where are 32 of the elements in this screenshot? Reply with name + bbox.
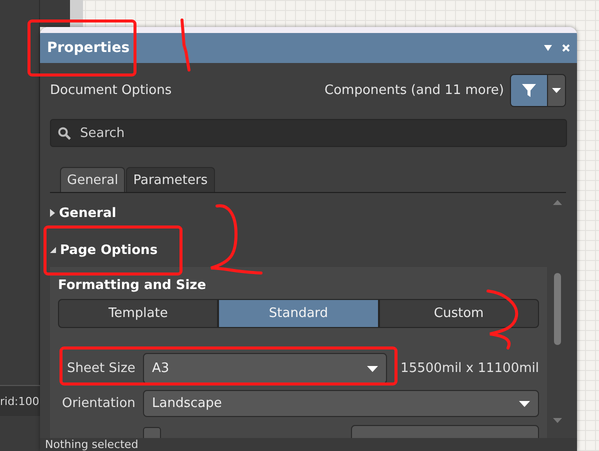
handwritten-two-drawing [210, 204, 262, 274]
filter-button[interactable] [510, 74, 566, 107]
scrollbar-thumb[interactable] [554, 273, 561, 345]
status-text: Nothing selected [40, 438, 577, 451]
sheet-dimensions: 15500mil x 11100mil [400, 361, 539, 376]
filter-summary: Components (and 11 more) [324, 83, 504, 98]
close-icon[interactable] [562, 44, 570, 52]
size-mode-button[interactable]: Standard [218, 299, 379, 328]
handwritten-three-drawing [486, 290, 518, 350]
field-label: Orientation [61, 396, 136, 411]
dropdown[interactable]: A3 [143, 353, 387, 384]
dropdown[interactable]: Landscape [143, 390, 539, 417]
size-mode-button[interactable]: Custom [378, 299, 539, 328]
tab[interactable]: Parameters [126, 167, 215, 192]
size-mode-button[interactable]: Template [58, 299, 218, 328]
scroll-up-icon[interactable] [553, 200, 562, 205]
document-options-label: Document Options [50, 83, 173, 98]
funnel-icon [522, 84, 536, 98]
search-field[interactable]: Search [50, 119, 567, 147]
section-header[interactable]: General [50, 200, 567, 226]
scroll-down-icon[interactable] [553, 418, 562, 423]
panel-title: Properties [47, 40, 131, 56]
caret-icon [552, 88, 561, 93]
group-title: Formatting and Size [58, 276, 208, 294]
panel-menu-icon[interactable] [544, 45, 552, 51]
grid-size-label: rid:100 [0, 394, 40, 408]
caret-icon [367, 366, 378, 372]
handwritten-one-drawing [180, 18, 190, 72]
section-header[interactable]: Page Options [50, 237, 567, 263]
field-label: Sheet Size [66, 361, 136, 376]
tab[interactable]: General [60, 167, 126, 192]
caret-icon [519, 400, 530, 406]
